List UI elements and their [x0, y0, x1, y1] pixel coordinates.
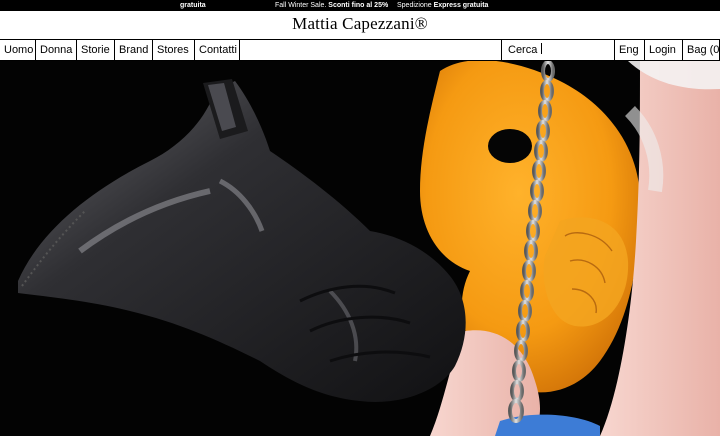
- nav-item-donna[interactable]: Donna: [36, 40, 77, 60]
- hero-image[interactable]: [0, 61, 720, 436]
- brand-logo[interactable]: Mattia Capezzani®: [0, 14, 720, 34]
- nav-item-stores[interactable]: Stores: [153, 40, 195, 60]
- language-selector[interactable]: Eng: [615, 40, 645, 60]
- text-caret: [541, 43, 543, 54]
- header: Mattia Capezzani®: [0, 11, 720, 40]
- search-label: Cerca: [508, 44, 538, 56]
- nav-item-uomo[interactable]: Uomo: [0, 40, 36, 60]
- announcement-bar: gratuita Fall Winter Sale. Sconti fino a…: [0, 0, 720, 11]
- search-input[interactable]: Cerca: [501, 40, 615, 60]
- nav-item-storie[interactable]: Storie: [77, 40, 115, 60]
- announcement-left: gratuita: [180, 2, 206, 9]
- announcement-shipping: Spedizione Express gratuita: [397, 2, 489, 9]
- main-nav: Uomo Donna Storie Brand Stores Contatti …: [0, 40, 720, 61]
- nav-item-contatti[interactable]: Contatti: [195, 40, 240, 60]
- login-link[interactable]: Login: [645, 40, 683, 60]
- hero-illustration: [0, 61, 720, 436]
- bag-link[interactable]: Bag (0): [683, 40, 720, 60]
- nav-item-brand[interactable]: Brand: [115, 40, 153, 60]
- announcement-sale[interactable]: Fall Winter Sale. Sconti fino al 25%: [275, 0, 388, 11]
